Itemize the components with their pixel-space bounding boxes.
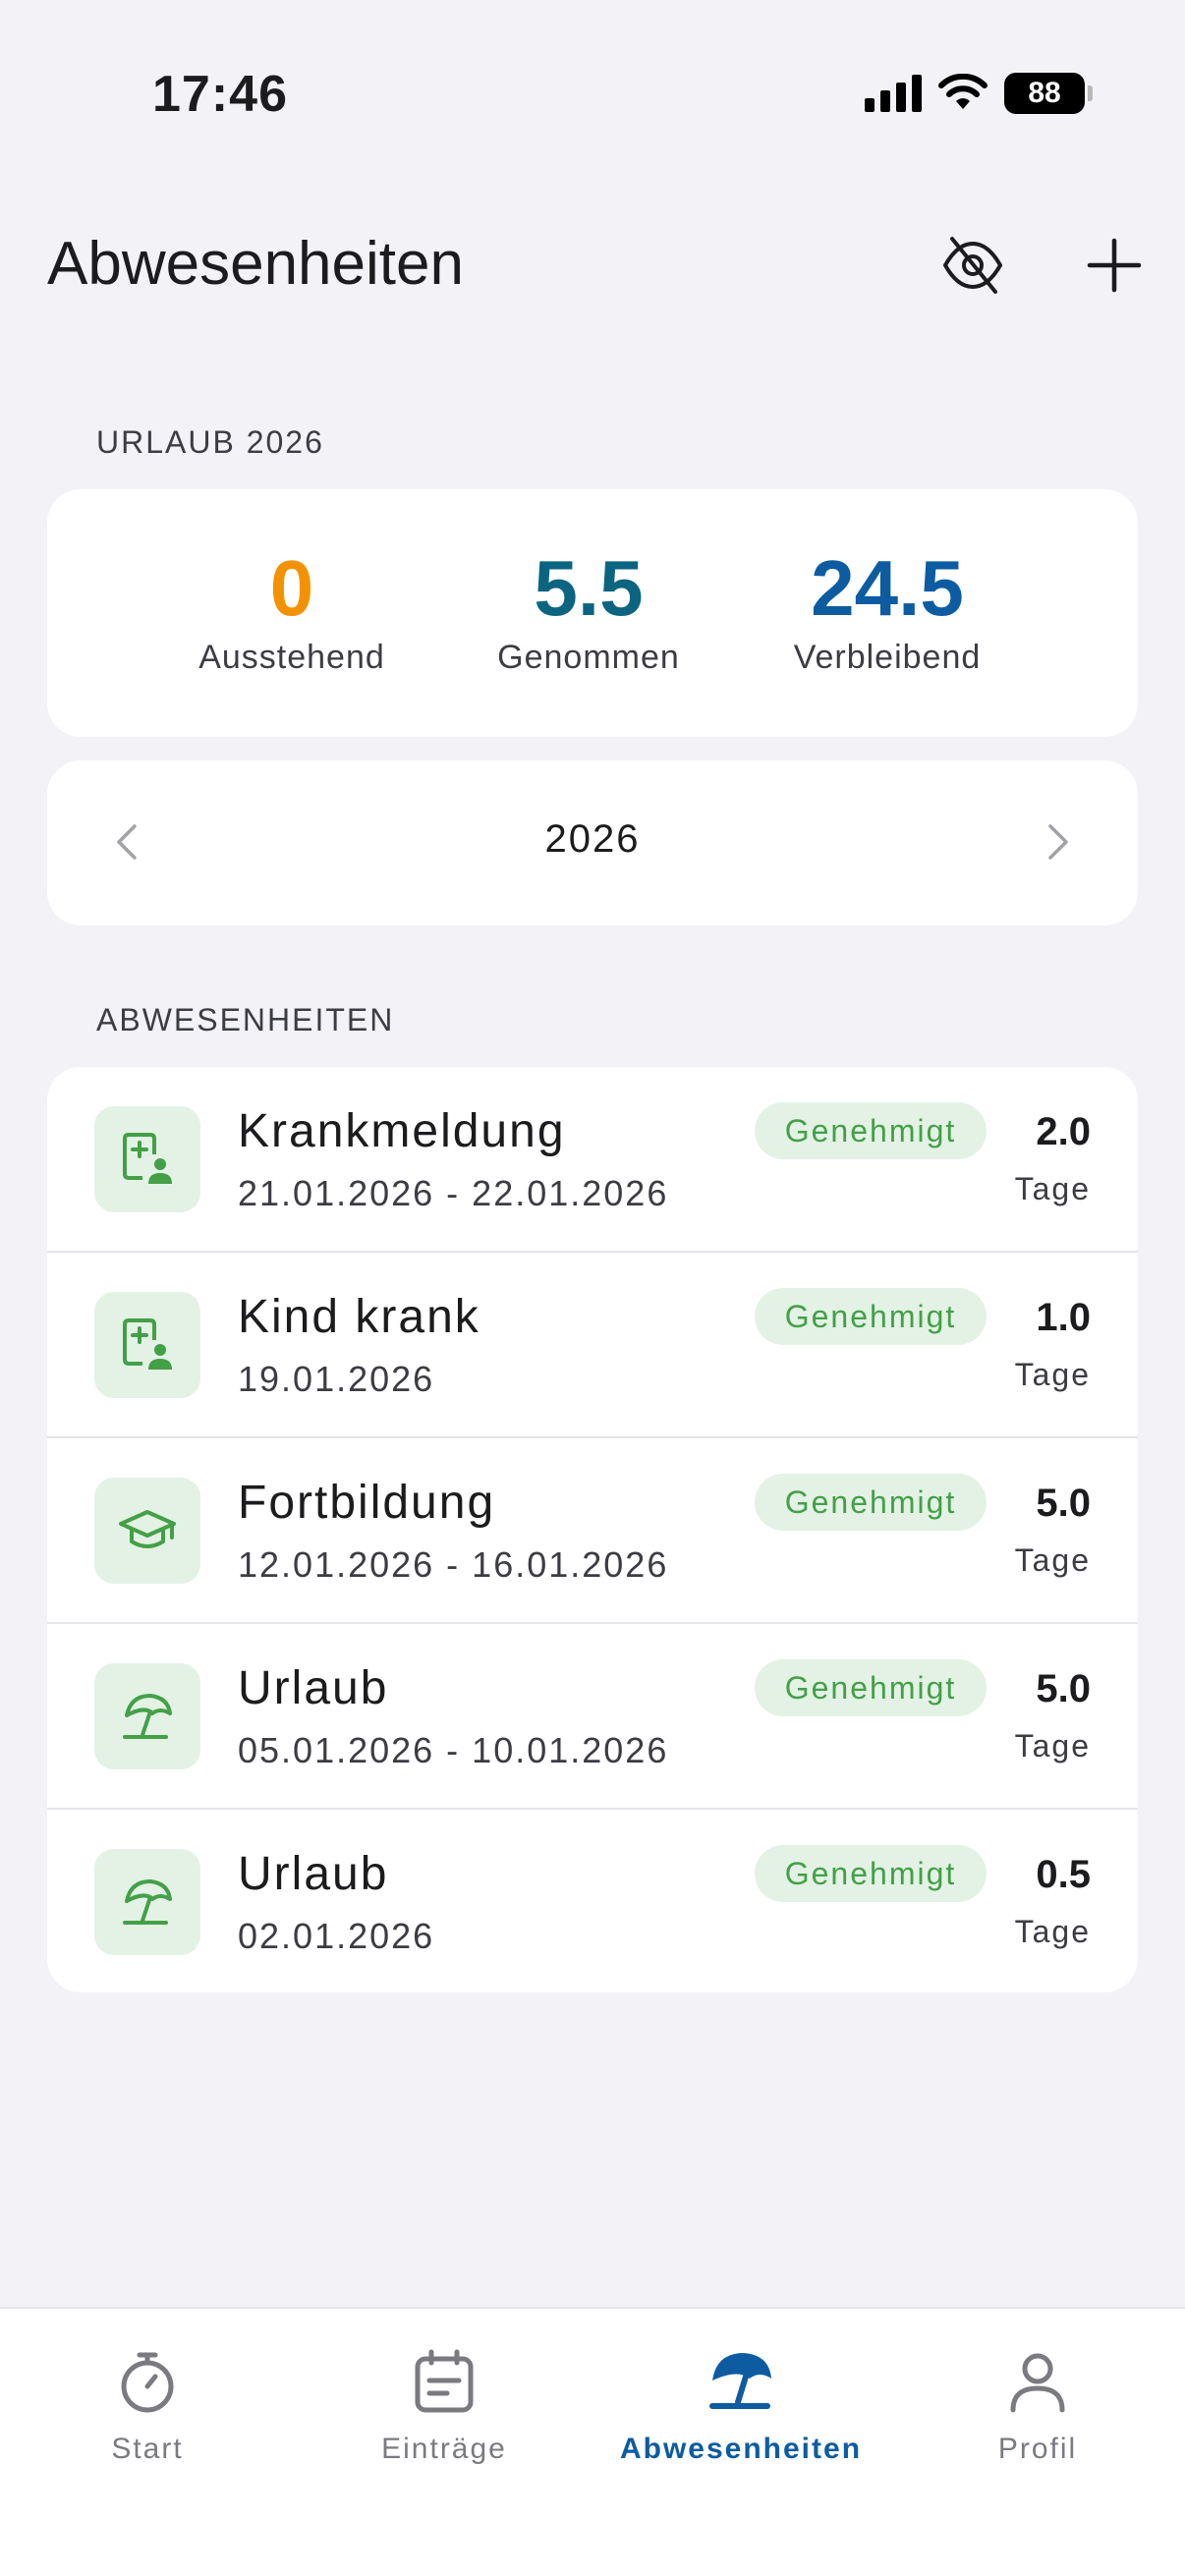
list-item[interactable]: Fortbildung 12.01.2026 - 16.01.2026 Gene…: [47, 1438, 1138, 1624]
year-selector: 2026: [47, 760, 1138, 925]
stat-remaining-label: Verbleibend: [793, 639, 982, 676]
battery-level: 88: [1028, 77, 1061, 109]
status-badge: Genehmigt: [755, 1102, 987, 1159]
absence-days-unit: Tage: [1014, 1542, 1091, 1578]
absence-type: Fortbildung: [238, 1477, 496, 1529]
plus-icon: [1087, 238, 1142, 293]
absences-section-label: ABWESENHEITEN: [96, 1002, 395, 1037]
person-icon: [1010, 2353, 1065, 2413]
hide-values-button[interactable]: [933, 226, 1012, 305]
battery-icon: 88: [1004, 73, 1093, 114]
stat-remaining-value: 24.5: [811, 544, 964, 632]
vacation-section-label: URLAUB 2026: [96, 424, 324, 460]
chevron-right-icon: [1048, 824, 1068, 860]
absence-days: 5.0: [1036, 1482, 1091, 1525]
beach-umbrella-icon: [94, 1663, 200, 1769]
eye-slash-icon: [943, 237, 1002, 294]
absence-days: 0.5: [1036, 1853, 1091, 1896]
tab-label: Start: [111, 2433, 184, 2465]
beach-umbrella-icon: [709, 2353, 771, 2409]
stat-pending: 0 Ausstehend: [164, 544, 420, 677]
tab-label: Einträge: [381, 2433, 507, 2465]
absence-days: 5.0: [1036, 1667, 1091, 1710]
status-badge: Genehmigt: [755, 1288, 987, 1345]
list-item[interactable]: Krankmeldung 21.01.2026 - 22.01.2026 Gen…: [47, 1067, 1138, 1253]
medical-person-icon: [94, 1106, 200, 1212]
absence-date: 12.01.2026 - 16.01.2026: [238, 1544, 669, 1585]
absences-list: Krankmeldung 21.01.2026 - 22.01.2026 Gen…: [47, 1067, 1138, 1992]
calendar-list-icon: [415, 2349, 474, 2413]
stat-taken: 5.5 Genommen: [461, 544, 716, 677]
status-badge: Genehmigt: [755, 1845, 987, 1902]
selected-year: 2026: [544, 817, 641, 861]
status-badge: Genehmigt: [755, 1659, 987, 1716]
beach-umbrella-icon: [94, 1849, 200, 1955]
status-time: 17:46: [152, 66, 288, 123]
absence-type: Urlaub: [238, 1848, 389, 1900]
medical-person-icon: [94, 1292, 200, 1398]
absence-date: 05.01.2026 - 10.01.2026: [238, 1730, 669, 1770]
absence-days-unit: Tage: [1014, 1357, 1091, 1392]
absence-date: 21.01.2026 - 22.01.2026: [238, 1173, 669, 1213]
tab-eintraege[interactable]: Einträge: [297, 2340, 592, 2466]
absence-days-unit: Tage: [1014, 1914, 1091, 1949]
vacation-summary-card: 0 Ausstehend 5.5 Genommen 24.5 Verbleibe…: [47, 489, 1138, 737]
tab-profil[interactable]: Profil: [890, 2340, 1185, 2466]
stat-taken-value: 5.5: [534, 544, 644, 632]
tab-label: Abwesenheiten: [619, 2433, 863, 2465]
tab-bar: Start Einträge Abwesenheiten Profil: [0, 2307, 1185, 2576]
tab-abwesenheiten[interactable]: Abwesenheiten: [593, 2340, 888, 2466]
absence-type: Urlaub: [238, 1662, 389, 1714]
list-item[interactable]: Urlaub 05.01.2026 - 10.01.2026 Genehmigt…: [47, 1624, 1138, 1810]
list-item[interactable]: Urlaub 02.01.2026 Genehmigt 0.5 Tage: [47, 1810, 1138, 1992]
stat-pending-label: Ausstehend: [198, 639, 385, 676]
list-item[interactable]: Kind krank 19.01.2026 Genehmigt 1.0 Tage: [47, 1253, 1138, 1438]
absence-date: 02.01.2026: [238, 1916, 435, 1956]
absence-days-unit: Tage: [1014, 1728, 1091, 1764]
cellular-signal-icon: [865, 75, 922, 112]
stat-pending-value: 0: [269, 544, 314, 632]
stat-remaining: 24.5 Verbleibend: [760, 544, 1015, 677]
graduation-cap-icon: [94, 1478, 200, 1584]
add-absence-button[interactable]: [1075, 226, 1154, 305]
absence-days-unit: Tage: [1014, 1171, 1091, 1206]
status-badge: Genehmigt: [755, 1474, 987, 1531]
status-bar: 17:46 88: [0, 0, 1185, 196]
absence-date: 19.01.2026: [238, 1359, 435, 1399]
absence-type: Krankmeldung: [238, 1105, 566, 1157]
tab-label: Profil: [997, 2433, 1078, 2465]
stat-taken-label: Genommen: [497, 639, 680, 676]
status-indicators: 88: [865, 73, 1093, 114]
absence-days: 1.0: [1036, 1296, 1091, 1339]
page-title: Abwesenheiten: [47, 230, 464, 298]
absence-days: 2.0: [1036, 1110, 1091, 1153]
tab-start[interactable]: Start: [0, 2340, 295, 2466]
stopwatch-icon: [121, 2352, 174, 2413]
wifi-icon: [938, 74, 988, 109]
absence-type: Kind krank: [238, 1291, 480, 1343]
next-year-button[interactable]: [1026, 810, 1091, 874]
